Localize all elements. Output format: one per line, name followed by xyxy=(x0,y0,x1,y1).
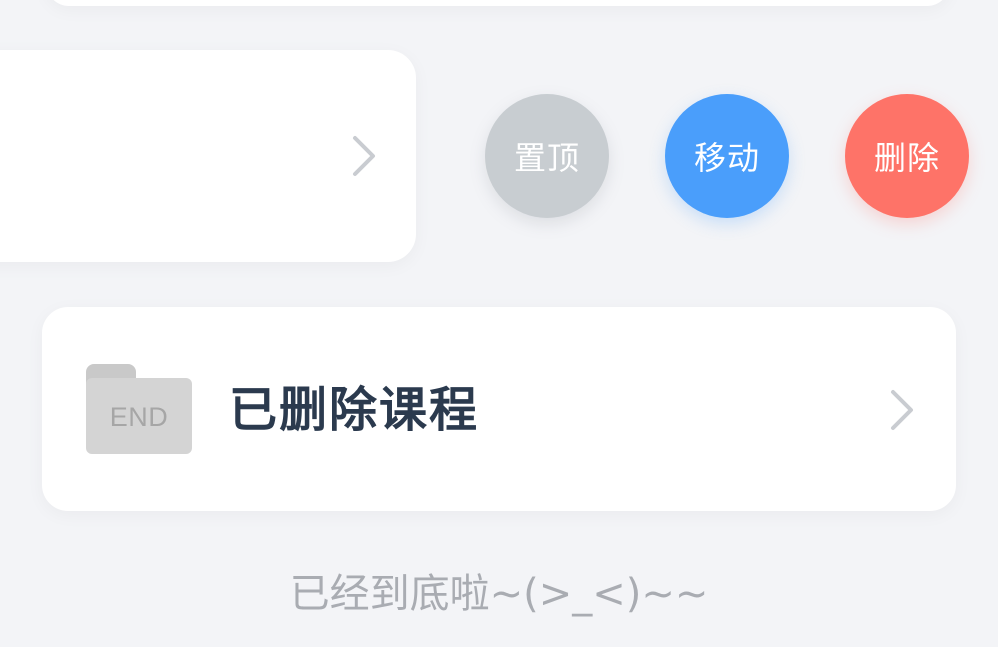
folder-body: END xyxy=(86,378,192,454)
folder-icon-label: END xyxy=(109,401,169,432)
chevron-right-icon xyxy=(346,133,384,179)
move-button[interactable]: 移动 xyxy=(665,94,789,218)
delete-button[interactable]: 删除 xyxy=(845,94,969,218)
list-item-previous[interactable] xyxy=(46,0,950,6)
folder-icon: END xyxy=(86,364,192,454)
chevron-right-icon xyxy=(884,387,922,433)
list-end-text: 已经到底啦~(>_<)~~ xyxy=(289,571,709,617)
deleted-courses-title: 已删除课程 xyxy=(229,382,480,438)
pin-to-top-button[interactable]: 置顶 xyxy=(485,94,609,218)
